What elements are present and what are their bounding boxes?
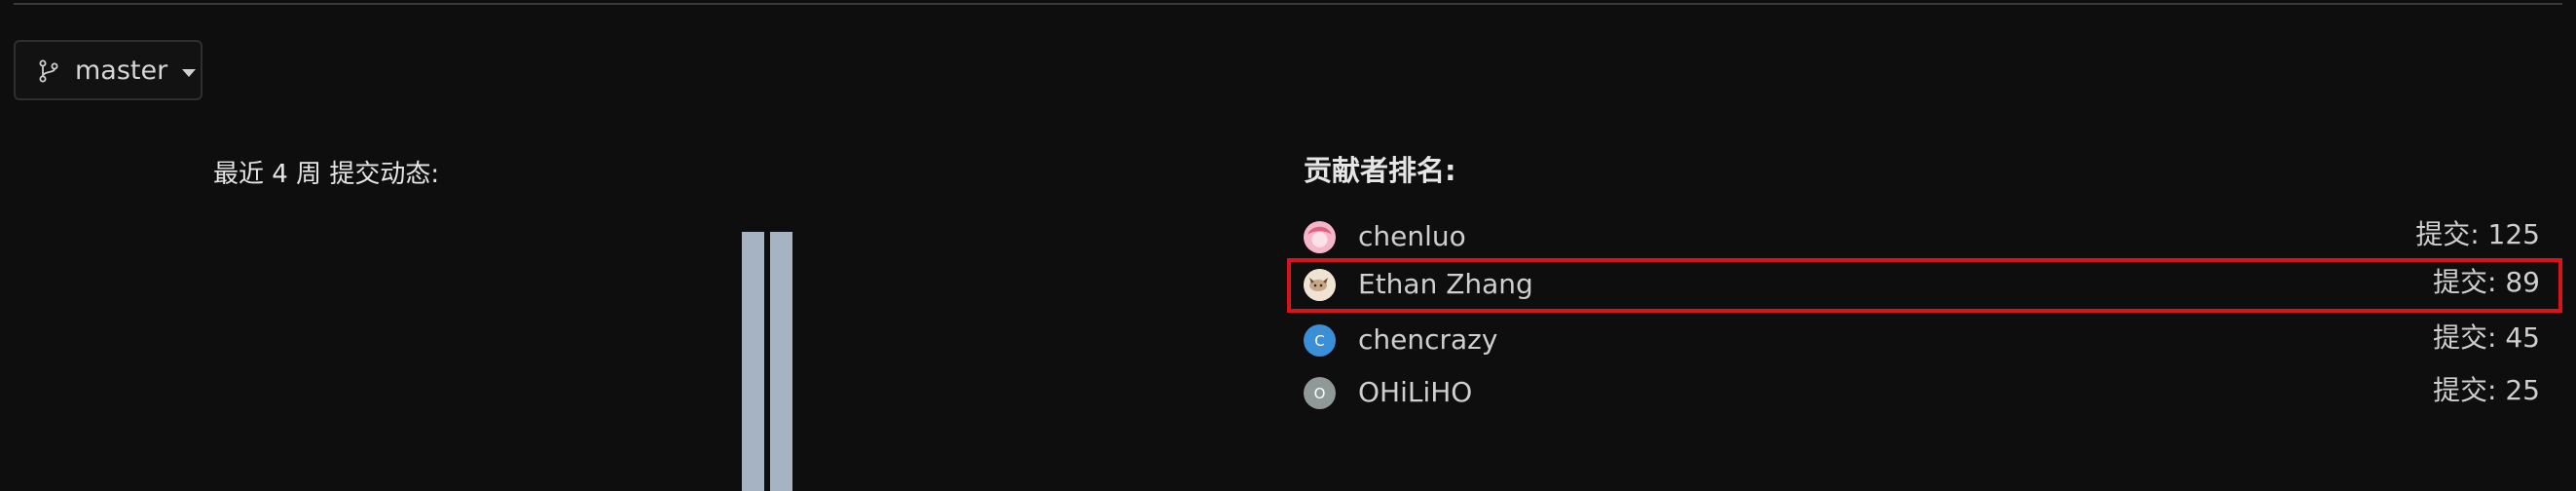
contributor-row: chenluo 提交: 125 [1287, 210, 2562, 265]
avatar-letter: C [1314, 331, 1325, 350]
ranking-title: 贡献者排名: [1304, 154, 1456, 187]
commit-activity-chart [720, 230, 818, 491]
caret-down-icon [182, 69, 196, 77]
divider [14, 3, 2562, 5]
avatar [1304, 221, 1336, 253]
contributor-name[interactable]: chenluo [1358, 220, 1466, 253]
contributor-name[interactable]: chencrazy [1358, 323, 1497, 357]
branch-name: master [75, 56, 168, 86]
cat-photo-avatar-icon [1304, 269, 1336, 301]
activity-title: 最近 4 周 提交动态: [213, 160, 440, 189]
avatar [1304, 269, 1336, 301]
contributor-name[interactable]: OHiLiHO [1358, 376, 1472, 409]
activity-bar [770, 232, 792, 491]
git-branch-icon [39, 59, 58, 83]
contributor-row: C chencrazy 提交: 45 [1287, 314, 2562, 368]
page: master 最近 4 周 提交动态: 贡献者排名: chenluo 提交: 1… [0, 0, 2576, 491]
avatar-letter: O [1313, 384, 1326, 402]
commit-count: 提交: 45 [2433, 321, 2540, 354]
contributor-row-highlighted: Ethan Zhang 提交: 89 [1287, 258, 2562, 313]
avatar: C [1304, 324, 1336, 357]
pink-anime-avatar-icon [1304, 221, 1336, 253]
commit-count: 提交: 125 [2415, 218, 2540, 250]
branch-selector-button[interactable]: master [14, 40, 202, 100]
commit-count: 提交: 89 [2433, 266, 2540, 298]
contributor-name[interactable]: Ethan Zhang [1358, 268, 1533, 301]
avatar: O [1304, 377, 1336, 409]
contributor-row: O OHiLiHO 提交: 25 [1287, 366, 2562, 421]
commit-count: 提交: 25 [2433, 374, 2540, 406]
activity-bar [742, 232, 764, 491]
